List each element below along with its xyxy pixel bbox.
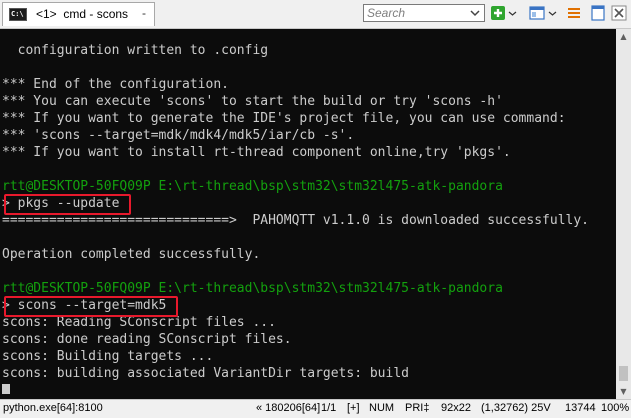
tab-menu-button[interactable]: - (142, 6, 146, 20)
console-line: *** End of the configuration. (2, 77, 229, 92)
status-pri: PRI‡ (405, 402, 430, 414)
prompt-path: rtt@DESKTOP-50FQ09P E:\rt-thread\bsp\stm… (2, 179, 503, 194)
status-size: 92x22 (441, 402, 471, 414)
command-highlight-box (4, 296, 178, 317)
new-console-icon[interactable] (489, 4, 507, 22)
chevron-down-icon[interactable] (508, 4, 517, 22)
console-line: *** You can execute 'scons' to start the… (2, 94, 503, 109)
search-input[interactable]: Search (367, 6, 405, 20)
status-bar: python.exe[64]:8100 « 180206[64] 1/1 [+]… (0, 399, 631, 418)
restore-window-icon[interactable] (589, 4, 607, 22)
cmd-icon: C:\ (9, 8, 27, 21)
search-box[interactable]: Search (363, 4, 485, 22)
console-tab[interactable]: C:\ <1> cmd - scons - (2, 2, 155, 26)
status-num: NUM (369, 402, 395, 414)
console-line: *** If you want to generate the IDE's pr… (2, 111, 566, 126)
chevron-down-icon[interactable] (548, 4, 557, 22)
console-line: scons: building associated VariantDir ta… (2, 366, 409, 381)
console-output[interactable]: configuration written to .config *** End… (0, 29, 616, 399)
console-line: scons: Building targets ... (2, 349, 214, 364)
status-pages: 1/1 (321, 402, 337, 414)
status-position: « 180206[64] (256, 402, 321, 414)
menu-icon[interactable] (565, 4, 583, 22)
status-coords: (1,32762) 25V (481, 402, 551, 414)
status-zoom: 100% (601, 402, 630, 414)
scroll-thumb[interactable] (619, 366, 628, 381)
console-line: scons: done reading SConscript files. (2, 332, 292, 347)
title-bar: C:\ <1> cmd - scons - Search (0, 0, 631, 29)
console-line: configuration written to .config (2, 43, 269, 58)
prompt-path: rtt@DESKTOP-50FQ09P E:\rt-thread\bsp\stm… (2, 281, 503, 296)
command-highlight-box (4, 194, 131, 215)
search-icon[interactable] (467, 6, 483, 20)
text-cursor (2, 384, 10, 394)
tab-label: <1> cmd - scons (36, 7, 129, 21)
status-memory: 13744 (565, 402, 596, 414)
console-line: Operation completed successfully. (2, 247, 261, 262)
split-pane-icon[interactable] (528, 4, 546, 22)
scroll-down-icon[interactable]: ▼ (616, 384, 631, 399)
vertical-scrollbar[interactable]: ▲ ▼ (616, 29, 631, 399)
console-line: *** If you want to install rt-thread com… (2, 145, 511, 160)
status-insert: [+] (347, 402, 360, 414)
console-line: *** 'scons --target=mdk/mdk4/mdk5/iar/cb… (2, 128, 355, 143)
close-window-icon[interactable] (610, 4, 628, 22)
status-process[interactable]: python.exe[64]:8100 (3, 402, 103, 414)
scroll-up-icon[interactable]: ▲ (616, 29, 631, 44)
